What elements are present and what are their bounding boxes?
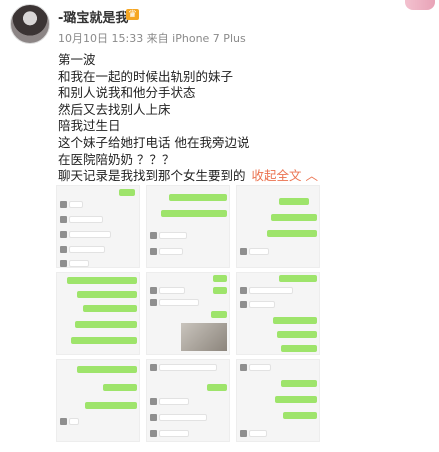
chat-bubble-sent	[169, 194, 227, 201]
content-line: 和别人说我和他分手状态	[58, 85, 196, 101]
chat-bubble-received	[249, 248, 269, 255]
chat-avatar	[240, 364, 247, 371]
chat-bubble-sent	[277, 331, 317, 338]
chat-bubble-sent	[281, 380, 317, 387]
chat-avatar	[150, 364, 157, 371]
chat-bubble-sent	[279, 198, 309, 205]
chat-bubble-received	[159, 430, 189, 437]
chat-photo	[181, 323, 227, 351]
chat-avatar	[150, 430, 157, 437]
chat-screenshot-6[interactable]	[236, 272, 320, 355]
image-grid	[56, 185, 322, 442]
chat-bubble-sent	[281, 345, 317, 352]
chat-bubble-received	[249, 364, 271, 371]
chat-bubble-sent	[271, 214, 317, 221]
chat-bubble-sent	[275, 396, 317, 403]
chat-bubble-sent	[279, 275, 317, 282]
chat-avatar	[240, 248, 247, 255]
chat-bubble-received	[159, 248, 183, 255]
username[interactable]: -璐宝就是我-	[58, 7, 134, 26]
chat-screenshot-3[interactable]	[236, 185, 320, 268]
chat-bubble-sent	[161, 210, 227, 217]
chat-avatar	[150, 299, 157, 306]
chat-avatar	[150, 398, 157, 405]
chat-bubble-sent	[85, 402, 137, 409]
chat-avatar	[150, 414, 157, 421]
chat-screenshot-7[interactable]	[56, 359, 140, 442]
chat-bubble-sent	[283, 412, 317, 419]
content-line: 第一波	[58, 52, 96, 67]
chat-avatar	[240, 430, 247, 437]
chat-bubble-sent	[273, 317, 317, 324]
chat-bubble-sent	[213, 287, 227, 294]
collapse-fulltext-link[interactable]: 收起全文 ︿	[252, 168, 318, 183]
chat-bubble-received	[69, 201, 83, 208]
chat-bubble-received	[159, 299, 199, 306]
chat-bubble-sent	[67, 277, 137, 284]
chat-bubble-received	[69, 418, 79, 425]
user-avatar[interactable]	[10, 4, 50, 44]
corner-avatar	[405, 0, 435, 10]
chat-bubble-sent	[211, 311, 227, 318]
chat-bubble-sent	[207, 384, 227, 391]
chat-bubble-sent	[77, 291, 137, 298]
post-content: 第一波 和我在一起的时候出轨别的妹子 和别人说我和他分手状态 然后又去找别人上床…	[58, 52, 428, 185]
content-line: 陪我过生日	[58, 118, 121, 134]
content-last-text: 聊天记录是我找到那个女生要到的	[58, 168, 246, 184]
chat-bubble-received	[159, 232, 187, 239]
chat-bubble-received	[69, 231, 111, 238]
chat-bubble-sent	[75, 321, 137, 328]
chat-screenshot-1[interactable]	[56, 185, 140, 268]
chat-bubble-received	[69, 216, 103, 223]
chat-screenshot-9[interactable]	[236, 359, 320, 442]
chat-bubble-received	[69, 246, 105, 253]
chat-bubble-received	[159, 414, 207, 421]
chat-bubble-received	[159, 364, 217, 371]
chat-avatar	[60, 246, 67, 253]
chat-bubble-received	[159, 287, 185, 294]
chat-avatar	[240, 301, 247, 308]
chat-avatar	[60, 418, 67, 425]
chat-bubble-sent	[213, 275, 227, 282]
content-line: 这个妹子给她打电话 他在我旁边说	[58, 134, 250, 150]
content-line: 和我在一起的时候出轨别的妹子	[58, 68, 234, 84]
chat-bubble-sent	[119, 189, 135, 196]
chat-avatar	[60, 260, 67, 267]
chat-screenshot-5[interactable]	[146, 272, 230, 355]
crown-icon: ♛	[126, 9, 139, 20]
chat-bubble-sent	[267, 230, 317, 237]
chat-avatar	[240, 287, 247, 294]
post-header: -璐宝就是我- ♛ 10月10日 15:33 来自 iPhone 7 Plus	[0, 0, 439, 48]
chat-bubble-sent	[83, 305, 137, 312]
chat-avatar	[60, 231, 67, 238]
chat-bubble-received	[249, 287, 293, 294]
chat-bubble-received	[159, 398, 189, 405]
chat-avatar	[60, 201, 67, 208]
chat-bubble-sent	[103, 384, 137, 391]
content-line: 在医院陪奶奶 ？？？	[58, 151, 175, 167]
chat-bubble-received	[69, 260, 89, 267]
chat-bubble-sent	[77, 366, 137, 373]
chat-avatar	[150, 232, 157, 239]
chat-avatar	[150, 248, 157, 255]
chat-bubble-sent	[71, 337, 137, 344]
chat-avatar	[60, 216, 67, 223]
chat-bubble-received	[249, 301, 275, 308]
content-line: 然后又去找别人上床	[58, 101, 171, 117]
chat-avatar	[150, 287, 157, 294]
chat-screenshot-2[interactable]	[146, 185, 230, 268]
chat-bubble-received	[249, 430, 267, 437]
post-meta: 10月10日 15:33 来自 iPhone 7 Plus	[58, 32, 246, 45]
chat-screenshot-4[interactable]	[56, 272, 140, 355]
content-line-last: 聊天记录是我找到那个女生要到的 收起全文 ︿	[58, 168, 428, 185]
chat-screenshot-8[interactable]	[146, 359, 230, 442]
